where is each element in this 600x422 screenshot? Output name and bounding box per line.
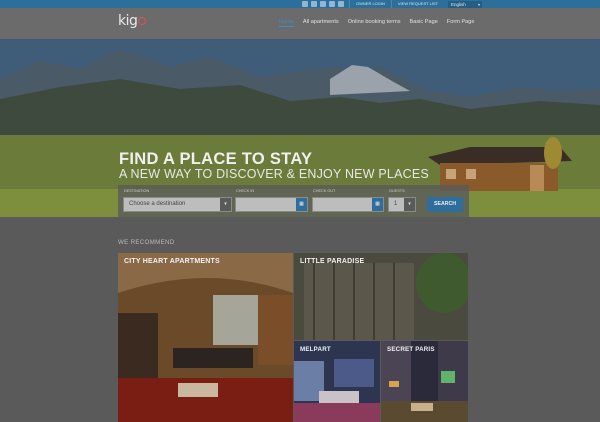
instagram-icon[interactable] — [338, 1, 344, 7]
view-request-list-link[interactable]: VIEW REQUEST LIST — [390, 0, 444, 8]
card-little-paradise[interactable]: LITTLE PARADISE — [294, 253, 468, 340]
checkin-field[interactable]: ▦ — [235, 197, 308, 212]
twitter-icon[interactable] — [302, 1, 308, 7]
nav-form-page[interactable]: Form Page — [447, 19, 475, 27]
main-nav: Home All apartments Online booking terms… — [279, 19, 475, 27]
top-links: OWNER LOGIN VIEW REQUEST LIST English — [349, 0, 483, 8]
guests-label: GUESTS — [389, 189, 405, 193]
garden-photo — [294, 253, 468, 340]
destination-select[interactable]: Choose a destination ▾ — [123, 197, 232, 212]
card-title: MELPART — [300, 346, 331, 353]
linkedin-icon[interactable] — [329, 1, 335, 7]
search-panel: DESTINATION Choose a destination ▾ CHECK… — [118, 185, 469, 217]
checkin-label: CHECK IN — [236, 189, 255, 193]
card-secret-paris[interactable]: SECRET PARIS — [381, 341, 468, 422]
logo-o-mark — [138, 17, 147, 25]
recommend-title: WE RECOMMEND — [118, 239, 175, 246]
facebook-icon[interactable] — [311, 1, 317, 7]
card-title: LITTLE PARADISE — [300, 258, 365, 265]
language-select[interactable]: English — [448, 0, 483, 8]
calendar-icon[interactable]: ▦ — [372, 198, 383, 211]
card-city-heart-apartments[interactable]: CITY HEART APARTMENTS — [118, 253, 293, 422]
card-title: SECRET PARIS — [387, 346, 435, 353]
checkout-label: CHECK OUT — [313, 189, 336, 193]
chevron-down-icon: ▾ — [220, 198, 231, 211]
guests-select[interactable]: 1 ▾ — [388, 197, 416, 212]
street-photo — [381, 341, 468, 422]
site-logo[interactable]: kig — [118, 13, 147, 29]
chevron-down-icon: ▾ — [404, 198, 415, 211]
owner-login-link[interactable]: OWNER LOGIN — [349, 0, 391, 8]
nav-online-booking-terms[interactable]: Online booking terms — [348, 19, 401, 27]
nav-all-apartments[interactable]: All apartments — [303, 19, 339, 27]
google-plus-icon[interactable] — [320, 1, 326, 7]
site-header: kig Home All apartments Online booking t… — [0, 8, 600, 39]
destination-label: DESTINATION — [124, 189, 150, 193]
search-button[interactable]: SEARCH — [427, 197, 463, 212]
bedroom-photo — [294, 341, 380, 422]
destination-value: Choose a destination — [129, 201, 186, 207]
hero-subtitle: A NEW WAY TO DISCOVER & ENJOY NEW PLACES — [119, 167, 429, 181]
calendar-icon[interactable]: ▦ — [296, 198, 307, 211]
nav-basic-page[interactable]: Basic Page — [410, 19, 438, 27]
nav-home[interactable]: Home — [279, 19, 294, 27]
guests-value: 1 — [394, 201, 398, 207]
card-melpart[interactable]: MELPART — [294, 341, 380, 422]
social-icons — [302, 1, 344, 7]
checkout-field[interactable]: ▦ — [312, 197, 384, 212]
room-photo — [118, 253, 293, 422]
top-utility-bar: OWNER LOGIN VIEW REQUEST LIST English — [0, 0, 600, 8]
card-title: CITY HEART APARTMENTS — [124, 258, 220, 265]
